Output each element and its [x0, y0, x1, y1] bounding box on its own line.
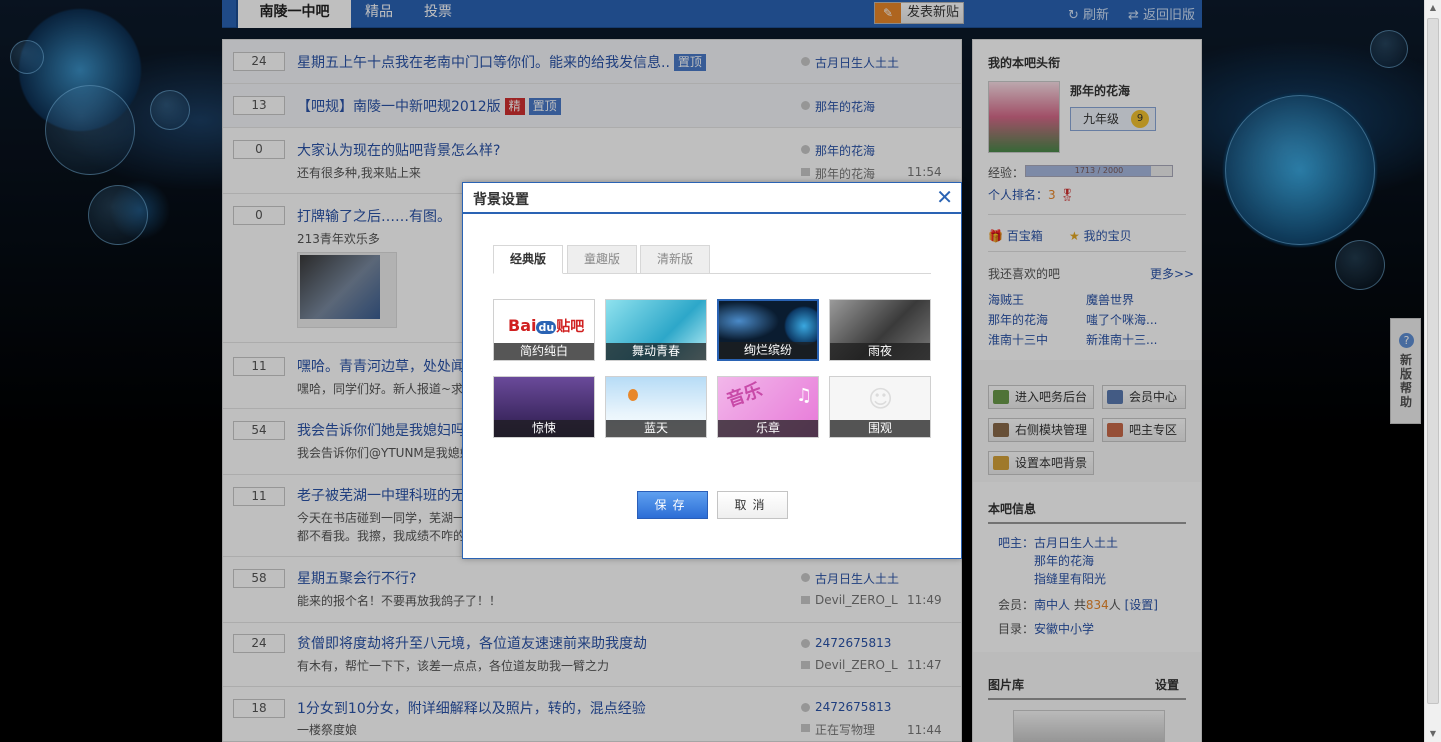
- dialog-header: 背景设置 ✕: [463, 183, 961, 214]
- tab-classic[interactable]: 经典版: [493, 245, 563, 274]
- theme-dancing-youth[interactable]: 舞动青春: [605, 299, 707, 361]
- theme-blue-sky[interactable]: 蓝天: [605, 376, 707, 438]
- music-note-icon: ♫: [796, 385, 813, 406]
- logo-tieba: 贴吧: [556, 319, 585, 335]
- scroll-down-icon[interactable]: ▼: [1425, 726, 1441, 742]
- theme-caption: 惊悚: [494, 420, 594, 437]
- balloon-icon: [628, 389, 638, 401]
- theme-colorful[interactable]: 绚烂缤纷: [717, 299, 819, 361]
- theme-spectate[interactable]: ☺ 围观: [829, 376, 931, 438]
- scrollbar-thumb[interactable]: [1427, 18, 1439, 704]
- cancel-button[interactable]: 取消: [717, 491, 788, 519]
- background-settings-dialog: 背景设置 ✕ 经典版 童趣版 清新版 Bai du 贴吧 简约纯白 舞动青春 绚烂缤…: [462, 182, 962, 559]
- theme-tabs: 经典版 童趣版 清新版: [493, 245, 931, 274]
- save-button[interactable]: 保存: [637, 491, 708, 519]
- tab-fresh[interactable]: 清新版: [640, 245, 710, 274]
- vertical-scrollbar[interactable]: ▲ ▼: [1424, 0, 1441, 742]
- dialog-title: 背景设置: [473, 192, 529, 208]
- music-art-text: 音乐: [724, 379, 766, 412]
- theme-caption: 蓝天: [606, 420, 706, 437]
- baidu-tieba-logo: Bai du 贴吧: [508, 316, 584, 336]
- close-icon[interactable]: ✕: [936, 186, 953, 208]
- theme-caption: 乐章: [718, 420, 818, 437]
- tab-childlike[interactable]: 童趣版: [567, 245, 637, 274]
- theme-music[interactable]: 音乐 ♫ 乐章: [717, 376, 819, 438]
- logo-bai: Bai: [508, 316, 537, 335]
- smiley-icon: ☺: [868, 385, 894, 413]
- theme-simple-white[interactable]: Bai du 贴吧 简约纯白: [493, 299, 595, 361]
- theme-caption: 简约纯白: [494, 343, 594, 360]
- theme-caption: 绚烂缤纷: [719, 342, 817, 359]
- theme-caption: 围观: [830, 420, 930, 437]
- theme-caption: 雨夜: [830, 343, 930, 360]
- theme-horror[interactable]: 惊悚: [493, 376, 595, 438]
- theme-caption: 舞动青春: [606, 343, 706, 360]
- scroll-up-icon[interactable]: ▲: [1425, 0, 1441, 16]
- logo-du: du: [536, 321, 557, 334]
- theme-rainy-night[interactable]: 雨夜: [829, 299, 931, 361]
